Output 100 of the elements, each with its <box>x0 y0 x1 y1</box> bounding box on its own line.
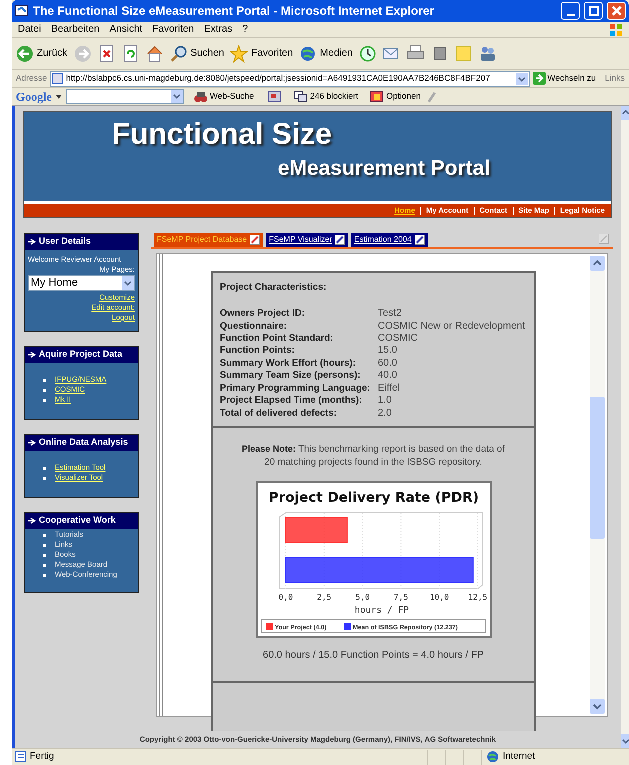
status-text: Fertig <box>30 750 54 764</box>
tick-label: 10,0 <box>429 592 449 602</box>
refresh-button[interactable] <box>122 44 140 62</box>
panel-title: Cooperative Work <box>39 514 116 528</box>
address-label: Adresse <box>16 72 48 85</box>
chart-title: Project Delivery Rate (PDR) <box>268 490 479 506</box>
tick-label: 12,5 <box>468 592 488 602</box>
edit-icon <box>599 234 609 244</box>
go-button[interactable]: Wechseln zu <box>532 72 596 85</box>
arrow-right-icon <box>532 72 546 85</box>
field-label: Function Point Standard: <box>220 333 334 346</box>
star-icon <box>230 44 248 62</box>
bullet-icon <box>43 388 46 392</box>
tab[interactable]: Estimation 2004 <box>351 233 428 247</box>
field-label: Summary Work Effort (hours): <box>220 358 358 370</box>
scroll-up-icon <box>621 106 629 120</box>
field-label: Primary Programming Language: <box>220 382 372 396</box>
globe-icon <box>487 751 499 763</box>
options-button[interactable]: Optionen <box>370 90 421 103</box>
bullet-icon <box>43 466 46 470</box>
field-value: Eiffel <box>378 382 400 396</box>
pencil-icon <box>426 90 437 102</box>
menu-item[interactable]: ? <box>242 22 248 37</box>
links-label[interactable]: Links <box>599 72 625 85</box>
menu-item[interactable]: Bearbeiten <box>51 22 100 37</box>
site-subtitle: eMeasurement Portal <box>278 158 490 179</box>
field-label: Owners Project ID: <box>220 308 306 321</box>
menu-item[interactable]: Datei <box>18 22 42 37</box>
menu-item[interactable]: Favoriten <box>152 22 194 37</box>
field-value: COSMIC New or Redevelopment <box>378 320 526 334</box>
media-button[interactable]: Medien <box>299 44 353 62</box>
bullet-icon <box>43 378 46 382</box>
arrow-right-icon <box>28 440 36 446</box>
field-value: 40.0 <box>378 370 398 383</box>
arrow-right-icon <box>28 239 36 245</box>
windows-logo-icon <box>609 22 623 36</box>
scroll-down-icon <box>621 734 629 748</box>
maximize-button[interactable] <box>584 2 603 20</box>
stop-icon <box>98 44 116 62</box>
formula-text: 60.0 hours / 15.0 Function Points = 4.0 hours / FP <box>263 648 484 663</box>
binoculars-icon <box>194 90 208 102</box>
maximize-icon <box>588 6 598 16</box>
zone-text: Internet <box>503 750 536 764</box>
scrollbar[interactable] <box>590 256 605 714</box>
back-button[interactable]: Zurück <box>16 44 68 62</box>
scrollbar-thumb[interactable] <box>590 397 605 539</box>
sticky-note-icon <box>454 44 473 62</box>
panel-title: Online Data Analysis <box>39 436 128 450</box>
google-search-field[interactable] <box>66 89 184 104</box>
tick-label: 0,0 <box>278 592 293 602</box>
window-title: The Functional Size eMeasurement Portal - Microsoft Internet Explorer <box>33 3 436 20</box>
bullet-icon <box>43 398 46 402</box>
home-icon <box>146 44 164 62</box>
windows-stack-icon <box>294 90 308 102</box>
menu-item[interactable]: Extras <box>204 22 233 37</box>
bullet-icon <box>43 476 46 480</box>
menu-item[interactable]: Ansicht <box>110 22 143 37</box>
google-logo[interactable]: Google <box>16 88 52 106</box>
messenger-button[interactable] <box>478 44 497 62</box>
search-button[interactable]: Suchen <box>170 44 224 62</box>
page-select[interactable]: My Home <box>28 275 135 291</box>
edit-icon <box>250 235 260 245</box>
address-field[interactable]: http://bslabpc6.cs.uni-magdeburg.de:8080/jetspeed/portal;jsessionid=A6491931CA0E190AA7B246BC8F4BF207 <box>50 70 530 86</box>
caret-icon <box>56 94 62 100</box>
print-button[interactable] <box>406 44 425 62</box>
bullet-icon <box>43 554 46 556</box>
minimize-button[interactable] <box>561 2 580 20</box>
field-value: 15.0 <box>378 345 398 358</box>
field-label: Questionnaire: <box>220 320 288 334</box>
favorites-button[interactable]: Favoriten <box>230 44 294 62</box>
scroll-down-icon <box>590 699 605 714</box>
note-text: Please Note: This benchmarking report is based on the data of 20 matching projects found in the ISBSG repository. <box>241 442 506 469</box>
scroll-up-icon <box>590 256 605 271</box>
field-label: Total of delivered defects: <box>220 408 338 420</box>
bar <box>285 517 348 544</box>
popup-blocker-button[interactable]: 246 blockiert <box>294 90 358 103</box>
field-value: 60.0 <box>378 358 398 370</box>
panel-title: User Details <box>39 235 92 248</box>
tick-label: 7,5 <box>393 592 408 602</box>
field-value: 1.0 <box>378 395 392 408</box>
arrow-right-icon <box>28 518 36 524</box>
history-button[interactable] <box>358 44 377 62</box>
printer-icon <box>406 44 425 62</box>
close-button[interactable] <box>607 2 626 20</box>
home-button[interactable] <box>146 44 164 62</box>
bullet-icon <box>43 564 46 566</box>
clock-icon <box>358 44 377 62</box>
close-icon <box>612 6 622 16</box>
panel-title: Aquire Project Data <box>39 348 123 362</box>
web-search-button[interactable]: Web-Suche <box>194 90 254 103</box>
tab[interactable]: FSeMP Visualizer <box>266 233 348 247</box>
field-value: 2.0 <box>378 408 392 420</box>
stop-button[interactable] <box>98 44 116 62</box>
bullet-icon <box>43 574 46 576</box>
page-icon <box>15 751 27 763</box>
browser-icon <box>15 4 29 18</box>
edit-icon <box>414 235 425 245</box>
tab[interactable]: FSeMP Project Database <box>154 233 264 247</box>
bullet-icon <box>43 544 46 546</box>
page-icon <box>52 72 64 84</box>
